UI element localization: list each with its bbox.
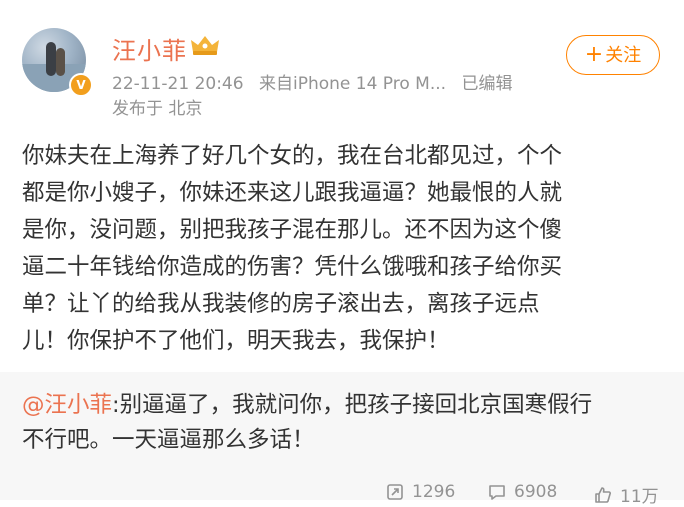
verified-icon: V (69, 73, 93, 97)
post-line: 都是你小嫂子，你妹还来这儿跟我逼逼？她最恨的人就 (22, 180, 563, 206)
post-line: 逼二十年钱给你造成的伤害？凭什么饿哦和孩子给你买 (22, 254, 563, 280)
post-line: 单？让丫的给我从我装修的房子滚出去，离孩子远点 (22, 291, 540, 317)
username[interactable]: 汪小菲 (112, 31, 187, 66)
post-line: 是你，没问题，别把我孩子混在那儿。还不因为这个傻 (22, 217, 563, 243)
post-line: 你妹夫在上海养了好几个女的，我在台北都见过，个个 (22, 143, 563, 169)
like-icon (595, 486, 611, 503)
mention-link[interactable]: @汪小菲 (22, 392, 112, 418)
post-timestamp[interactable]: 22-11-21 20:46 (112, 74, 244, 94)
repost-line-rest: :别逼逼了，我就问你，把孩子接回北京国寒假行 (112, 392, 593, 418)
follow-label: 关注 (605, 45, 642, 66)
post-meta: 22-11-21 20:46 来自iPhone 14 Pro M... 已编辑 (112, 69, 522, 94)
avatar-figure-child (56, 48, 65, 76)
post-location: 发布于 北京 (112, 99, 203, 119)
post-line: 儿！你保护不了他们，明天我去，我保护！ (22, 328, 450, 354)
repost-line: @汪小菲:别逼逼了，我就问你，把孩子接回北京国寒假行 (22, 388, 672, 423)
comment-icon (489, 485, 505, 500)
repost-text: @汪小菲:别逼逼了，我就问你，把孩子接回北京国寒假行 不行吧。一天逼逼那么多话！ (22, 388, 672, 458)
like-button[interactable]: 11万 (594, 482, 659, 507)
repost-icon (387, 484, 403, 500)
crown-icon (191, 36, 219, 55)
edited-label[interactable]: 已编辑 (461, 74, 512, 94)
comment-count: 6908 (514, 482, 558, 502)
comment-button[interactable]: 6908 (488, 482, 557, 502)
avatar-figure (46, 42, 56, 76)
repost-line: 不行吧。一天逼逼那么多话！ (22, 427, 315, 453)
repost-button[interactable]: 1296 (386, 482, 455, 502)
plus-icon: + (584, 42, 604, 67)
post-body: 你妹夫在上海养了好几个女的，我在台北都见过，个个 都是你小嫂子，你妹还来这儿跟我… (22, 138, 664, 360)
follow-button[interactable]: + 关注 (566, 35, 660, 75)
repost-count: 1296 (412, 482, 456, 502)
post-source: 来自iPhone 14 Pro M... (258, 74, 447, 94)
like-count: 11万 (620, 487, 659, 507)
action-bar: 1296 6908 11万 (0, 480, 684, 507)
post-header: V 汪小菲 22-11-21 20:46 来自iPhone 14 Pro M..… (0, 0, 684, 122)
